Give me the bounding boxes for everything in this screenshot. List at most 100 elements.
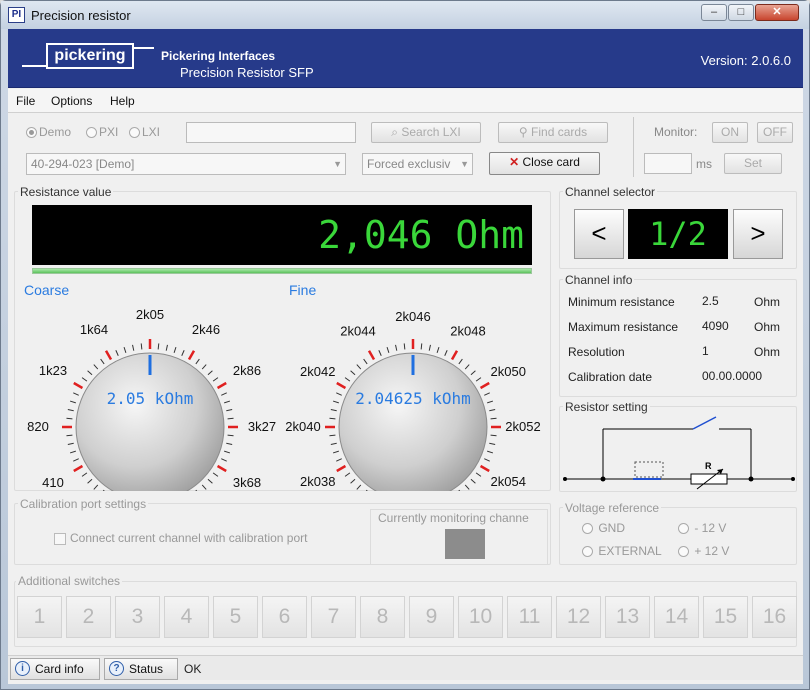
switch-button-5[interactable]: 5: [213, 596, 258, 638]
channel-info-label: Channel info: [563, 273, 635, 287]
switch-button-9[interactable]: 9: [409, 596, 454, 638]
minor-tick: [226, 442, 233, 445]
calibration-checkbox[interactable]: Connect current channel with calibration…: [54, 531, 307, 545]
minor-tick: [330, 409, 337, 412]
switch-button-8[interactable]: 8: [360, 596, 405, 638]
radio-minus-12v[interactable]: - 12 V: [678, 521, 726, 535]
menu-options[interactable]: Options: [51, 94, 92, 108]
major-tick: [216, 381, 227, 390]
close-icon: ✕: [509, 155, 523, 169]
minor-tick: [458, 489, 461, 491]
logo-line-left: [22, 65, 46, 67]
radio-plus-12v[interactable]: + 12 V: [678, 544, 729, 558]
minor-tick: [470, 370, 476, 376]
radio-external-dot: [582, 546, 593, 557]
menu-help[interactable]: Help: [110, 94, 135, 108]
minor-tick: [344, 472, 351, 477]
resistor-symbol-label: R: [705, 461, 712, 471]
switch-button-14[interactable]: 14: [654, 596, 699, 638]
dial-scale-label: 820: [27, 419, 49, 434]
switch-button-3[interactable]: 3: [115, 596, 160, 638]
minor-tick: [487, 400, 494, 404]
find-cards-button[interactable]: ⚲ Find cards: [498, 122, 608, 143]
switch-button-15[interactable]: 15: [703, 596, 748, 638]
switch-button-13[interactable]: 13: [605, 596, 650, 638]
minor-tick: [464, 364, 470, 370]
monitor-interval-input[interactable]: [644, 153, 692, 174]
dial-scale-label: 2k040: [285, 419, 320, 434]
maximize-button[interactable]: □: [728, 4, 754, 21]
radio-demo[interactable]: Demo: [26, 125, 71, 139]
switch-button-2[interactable]: 2: [66, 596, 111, 638]
close-card-label: Close card: [522, 155, 580, 169]
switch-button-16[interactable]: 16: [752, 596, 797, 638]
pickering-logo: pickering: [46, 43, 134, 69]
radio-minus-12v-label: - 12 V: [694, 521, 727, 535]
switch-button-12[interactable]: 12: [556, 596, 601, 638]
minor-tick: [356, 364, 362, 370]
major-tick: [479, 464, 490, 473]
minor-tick: [490, 417, 497, 420]
checkbox-box: [54, 533, 66, 545]
radio-external[interactable]: EXTERNAL: [582, 544, 662, 558]
radio-demo-dot: [26, 127, 37, 138]
minor-tick: [329, 434, 336, 437]
minor-tick: [207, 370, 213, 376]
switch-button-1[interactable]: 1: [17, 596, 62, 638]
resistance-display: 2,046 Ohm: [32, 205, 532, 265]
minor-tick: [464, 484, 470, 490]
monitor-on-button[interactable]: ON: [712, 122, 748, 143]
status-button[interactable]: ? Status: [104, 658, 178, 680]
info-row-value: 2.5: [702, 294, 719, 308]
window-title: Precision resistor: [31, 8, 131, 23]
minor-tick: [207, 478, 213, 484]
title-bar[interactable]: PI Precision resistor – □ ✕: [1, 1, 809, 29]
next-channel-button[interactable]: >: [733, 209, 783, 259]
minimize-button[interactable]: –: [701, 4, 727, 21]
radio-lxi[interactable]: LXI: [129, 125, 160, 139]
access-mode-select[interactable]: Forced exclusiv ▼: [362, 153, 473, 175]
minor-tick: [221, 458, 227, 462]
lxi-address-input[interactable]: [186, 122, 356, 143]
close-window-button[interactable]: ✕: [755, 4, 799, 21]
minor-tick: [489, 409, 496, 412]
close-card-button[interactable]: ✕ Close card: [489, 152, 600, 175]
minor-tick: [67, 442, 74, 445]
switch-button-7[interactable]: 7: [311, 596, 356, 638]
minor-tick: [470, 478, 476, 484]
monitor-off-button[interactable]: OFF: [757, 122, 793, 143]
chevron-down-icon: ▼: [333, 159, 342, 169]
minor-tick: [356, 484, 362, 490]
minor-tick: [93, 364, 99, 370]
card-info-button[interactable]: i Card info: [10, 658, 100, 680]
dial-scale-label: 1k23: [39, 363, 67, 378]
dial-scale-label: 2k86: [233, 363, 261, 378]
dial-scale-label: 1k64: [80, 322, 108, 337]
minor-tick: [227, 434, 234, 437]
minor-tick: [363, 358, 368, 365]
minor-tick: [157, 343, 160, 350]
radio-pxi-label: PXI: [99, 125, 119, 139]
minor-tick: [332, 450, 339, 454]
menu-bar: File Options Help: [8, 89, 803, 113]
app-icon: PI: [8, 7, 25, 23]
radio-gnd[interactable]: GND: [582, 521, 625, 535]
switch-button-10[interactable]: 10: [458, 596, 503, 638]
resistance-progress-bar: [32, 268, 532, 274]
dial-scale-label: 2k05: [136, 307, 164, 322]
switch-button-11[interactable]: 11: [507, 596, 552, 638]
card-select[interactable]: 40-294-023 [Demo] ▼: [26, 153, 346, 175]
status-bar: i Card info ? Status OK: [8, 655, 803, 680]
prev-channel-button[interactable]: <: [574, 209, 624, 259]
minor-tick: [132, 344, 135, 351]
minor-tick: [227, 417, 234, 420]
menu-file[interactable]: File: [16, 94, 35, 108]
minor-tick: [87, 370, 93, 376]
switch-button-6[interactable]: 6: [262, 596, 307, 638]
coarse-value: 2.05 kOhm: [106, 389, 194, 408]
switch-button-4[interactable]: 4: [164, 596, 209, 638]
set-interval-button[interactable]: Set: [724, 153, 782, 174]
radio-pxi[interactable]: PXI: [86, 125, 118, 139]
radio-lxi-label: LXI: [142, 125, 161, 139]
search-lxi-button[interactable]: ⌕ Search LXI: [371, 122, 481, 143]
